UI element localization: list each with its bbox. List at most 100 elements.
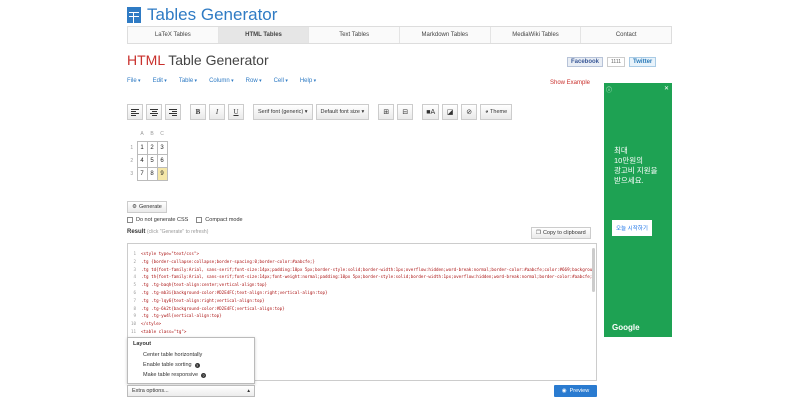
page-title-rest: Table Generator xyxy=(164,52,269,68)
grid-cell-a1[interactable]: 1 xyxy=(136,140,148,155)
code-line: 11 <table class="tg"> xyxy=(131,328,595,336)
extra-options-select[interactable]: Extra options... ▴ xyxy=(127,385,255,397)
underline-button[interactable]: U xyxy=(228,104,244,120)
show-example-link[interactable]: Show Example xyxy=(550,80,590,86)
grid-cell-a3[interactable]: 7 xyxy=(136,166,148,181)
menu-help[interactable]: Help xyxy=(300,78,316,92)
grid-cell-b1[interactable]: 2 xyxy=(146,140,158,155)
col-header-a[interactable]: A xyxy=(137,128,147,141)
code-line: 4 .tg th{font-family:Arial, sans-serif;fo… xyxy=(131,273,595,281)
grid-cell-b3[interactable]: 8 xyxy=(146,166,158,181)
font-size-select[interactable]: Default font size ▾ xyxy=(315,104,370,120)
align-center-button[interactable] xyxy=(146,104,162,120)
ad-close-icon[interactable]: ✕ xyxy=(664,85,669,92)
text-color-button[interactable]: ■A xyxy=(422,104,440,120)
table-logo-icon xyxy=(127,7,141,23)
borders-inner-button[interactable]: ⊟ xyxy=(397,104,414,120)
compact-checkbox[interactable] xyxy=(196,217,203,223)
menu-row[interactable]: Row xyxy=(246,78,262,92)
responsive-label: Make table responsive xyxy=(143,372,199,378)
grid-cell-a2[interactable]: 4 xyxy=(136,153,148,168)
main-nav: LaTeX Tables HTML Tables Text Tables Mar… xyxy=(127,26,672,44)
line-number: 3 xyxy=(133,266,136,272)
table-sorting-option[interactable]: Enable table sorting? xyxy=(133,360,249,370)
facebook-button[interactable]: Facebook xyxy=(567,57,604,67)
row-header-1[interactable]: 1 xyxy=(127,141,137,154)
grid-cell-c3[interactable]: 9 xyxy=(156,166,168,181)
format-toolbar: B I U Serif font (generic) ▾ Default fon… xyxy=(127,104,513,120)
italic-button[interactable]: I xyxy=(209,104,225,120)
code-line: 5 .tg .tg-baqh{text-align:center;vertical… xyxy=(131,281,595,289)
nav-markdown-tables[interactable]: Markdown Tables xyxy=(400,27,491,43)
line-number: 7 xyxy=(133,297,136,303)
code-text: <style type="text/css"> xyxy=(141,251,199,256)
grid-cell-b2[interactable]: 5 xyxy=(146,153,158,168)
borders-all-button[interactable]: ⊞ xyxy=(378,104,395,120)
extra-options-label: Extra options... xyxy=(132,388,169,394)
code-text: .tg .tg-baqh{text-align:center;vertical-… xyxy=(141,282,268,288)
code-text: .tg .tg-mb3i{background-color:#D2E4FC;te… xyxy=(141,289,328,295)
nav-mediawiki-tables[interactable]: MediaWiki Tables xyxy=(491,27,582,43)
align-left-button[interactable] xyxy=(127,104,143,120)
code-scrollbar[interactable] xyxy=(592,248,595,292)
page-title-html: HTML xyxy=(127,52,165,68)
nav-html-tables[interactable]: HTML Tables xyxy=(218,27,310,43)
line-number: 9 xyxy=(133,313,136,319)
no-css-option[interactable]: Do not generate CSS xyxy=(127,217,188,223)
twitter-button[interactable]: Twitter xyxy=(629,57,657,67)
code-text: .tg {border-collapse:collapse;border-spa… xyxy=(141,258,315,264)
compact-label: Compact mode xyxy=(205,217,243,223)
menu-column[interactable]: Column xyxy=(209,78,234,92)
ad-headline: 최대 10만원의 광고비 지원을 받으세요. xyxy=(614,146,658,185)
google-ad-banner[interactable]: ⓘ ✕ 최대 10만원의 광고비 지원을 받으세요. 오늘 시작하기 Googl… xyxy=(604,83,672,337)
eye-icon: ◉ xyxy=(561,388,567,394)
gear-icon: ⚙ xyxy=(132,204,137,210)
row-header-2[interactable]: 2 xyxy=(127,154,137,167)
menu-edit[interactable]: Edit xyxy=(153,78,167,92)
ad-cta-button[interactable]: 오늘 시작하기 xyxy=(612,220,652,236)
col-header-c[interactable]: C xyxy=(157,128,167,141)
bold-button[interactable]: B xyxy=(190,104,206,120)
editor-menubar: File Edit Table Column Row Cell Help xyxy=(127,78,597,92)
logo[interactable]: Tables Generator xyxy=(127,5,277,25)
borders-inner-icon: ⊟ xyxy=(402,109,409,116)
clear-format-button[interactable]: ⊘ xyxy=(461,104,478,120)
help-icon[interactable]: ? xyxy=(201,372,207,378)
generate-button[interactable]: ⚙ Generate xyxy=(127,201,167,213)
help-icon[interactable]: ? xyxy=(194,362,200,368)
copy-to-clipboard-button[interactable]: ❐ Copy to clipboard xyxy=(531,227,591,239)
font-family-select[interactable]: Serif font (generic) ▾ xyxy=(253,104,313,120)
generation-options: Do not generate CSS Compact mode xyxy=(127,217,243,223)
col-header-b[interactable]: B xyxy=(147,128,157,141)
clear-format-icon: ⊘ xyxy=(466,109,473,116)
responsive-option[interactable]: Make table responsive? xyxy=(133,370,249,380)
bg-color-button[interactable]: ◪ xyxy=(442,104,459,120)
menu-file[interactable]: File xyxy=(127,78,141,92)
grid-cell-c1[interactable]: 3 xyxy=(156,140,168,155)
compact-option[interactable]: Compact mode xyxy=(196,217,243,223)
row-header-3[interactable]: 3 xyxy=(127,167,137,180)
share-count: 1111 xyxy=(607,57,626,67)
ad-info-icon[interactable]: ⓘ xyxy=(606,85,612,94)
nav-contact[interactable]: Contact xyxy=(581,27,671,43)
theme-button[interactable]: ◕ Theme xyxy=(480,104,513,120)
preview-button[interactable]: ◉ Preview xyxy=(554,385,597,397)
theme-label: Theme xyxy=(490,109,508,115)
grid-cell-c2[interactable]: 6 xyxy=(156,153,168,168)
paint-bucket-icon: ◪ xyxy=(446,109,454,116)
table-sorting-label: Enable table sorting xyxy=(143,362,192,368)
nav-latex-tables[interactable]: LaTeX Tables xyxy=(128,27,219,43)
nav-text-tables[interactable]: Text Tables xyxy=(309,27,401,43)
menu-cell[interactable]: Cell xyxy=(274,78,288,92)
align-right-button[interactable] xyxy=(165,104,181,120)
code-line: 8 .tg .tg-6k2t{background-color:#D2E4FC;v… xyxy=(131,305,595,313)
chevron-up-icon: ▴ xyxy=(247,388,250,394)
align-right-icon xyxy=(169,108,177,116)
menu-table[interactable]: Table xyxy=(179,78,197,92)
code-line: 6 .tg .tg-mb3i{background-color:#D2E4FC;t… xyxy=(131,289,595,297)
layout-title: Layout xyxy=(133,341,152,347)
center-table-option[interactable]: Center table horizontally xyxy=(133,350,249,360)
result-hint: (click "Generate" to refresh) xyxy=(147,229,209,235)
no-css-checkbox[interactable] xyxy=(127,217,133,223)
code-line: 10 </style> xyxy=(131,320,595,328)
